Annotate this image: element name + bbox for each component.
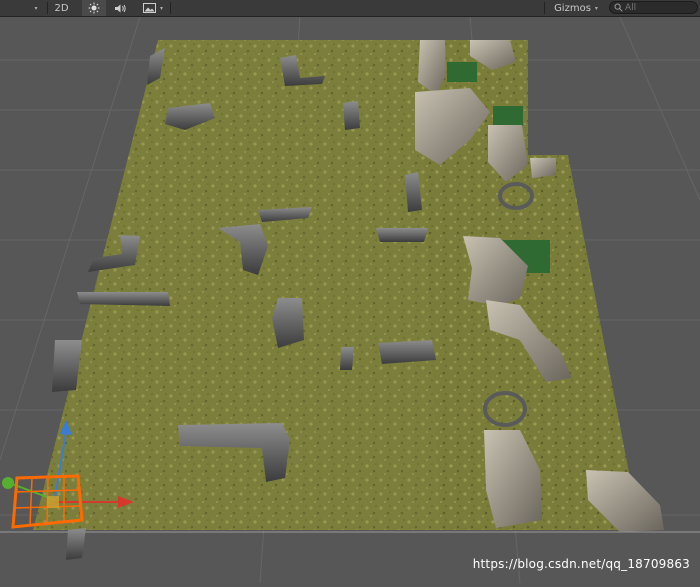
scene-toolbar: ▾ 2D ▾ Gizmos ▾ xyxy=(0,0,700,17)
grass-patch xyxy=(447,62,477,82)
2d-mode-button[interactable]: 2D xyxy=(48,0,75,16)
speaker-icon xyxy=(114,4,126,12)
grass-patch xyxy=(493,106,523,126)
chevron-down-icon: ▾ xyxy=(159,4,163,12)
shading-mode-dropdown[interactable]: ▾ xyxy=(26,0,46,16)
scene-effects-dropdown[interactable]: ▾ xyxy=(137,0,169,16)
sun-icon xyxy=(88,2,100,14)
gizmos-dropdown[interactable]: Gizmos ▾ xyxy=(548,0,604,16)
search-input[interactable] xyxy=(625,2,695,13)
image-icon xyxy=(142,3,156,13)
gizmo-center-handle[interactable] xyxy=(47,496,59,508)
scene-lighting-toggle[interactable] xyxy=(82,0,106,16)
search-icon xyxy=(614,3,623,12)
scene-audio-toggle[interactable] xyxy=(108,0,132,16)
rock-formation xyxy=(66,528,86,560)
gizmos-label: Gizmos xyxy=(554,2,591,14)
chevron-down-icon: ▾ xyxy=(34,4,38,12)
gizmo-z-handle-icon[interactable] xyxy=(2,477,14,489)
terrain-mesh[interactable] xyxy=(33,40,664,560)
watermark-text: https://blog.csdn.net/qq_18709863 xyxy=(472,557,690,571)
scene-viewport xyxy=(0,16,700,584)
hierarchy-search[interactable] xyxy=(609,1,698,14)
chevron-down-icon: ▾ xyxy=(594,4,598,12)
scene-view[interactable]: https://blog.csdn.net/qq_18709863 xyxy=(0,16,700,584)
